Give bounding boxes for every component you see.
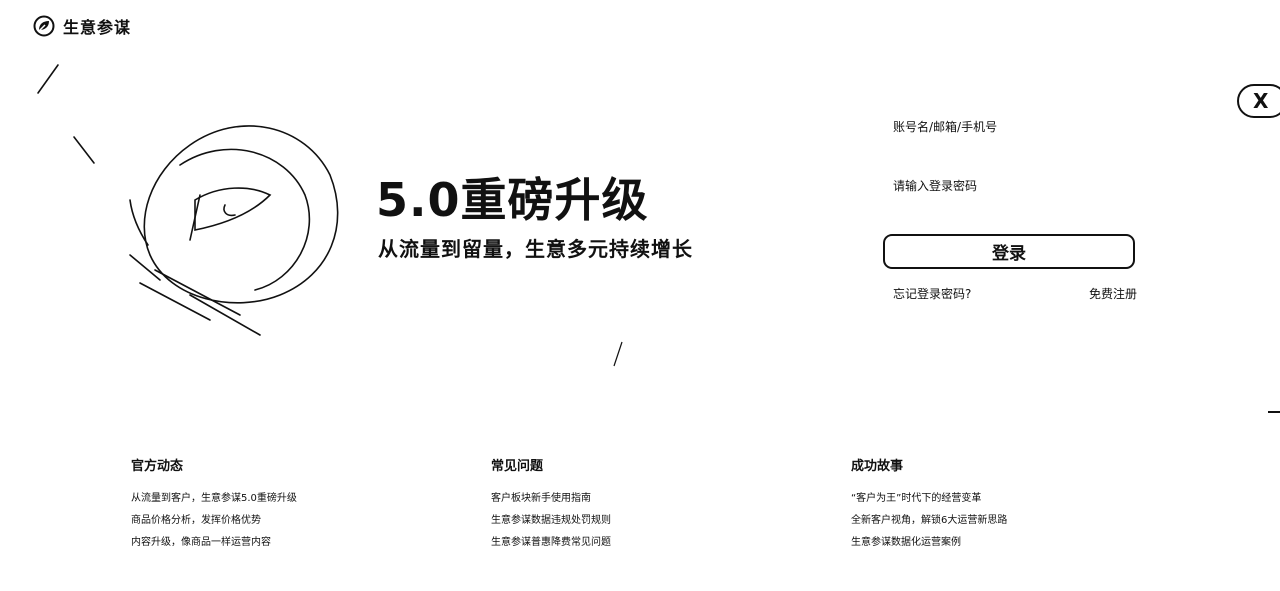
column-title: 成功故事 xyxy=(851,459,904,474)
list-item[interactable]: 客户板块新手使用指南 xyxy=(491,488,811,510)
brand-logo[interactable]: 生意参谋 xyxy=(33,14,131,38)
list-item[interactable]: 生意参谋数据违规处罚规则 xyxy=(491,510,811,532)
list-item[interactable]: 生意参谋普惠降费常见问题 xyxy=(491,532,811,554)
decor-stroke xyxy=(613,341,623,367)
username-input[interactable] xyxy=(893,114,1133,140)
column-title: 官方动态 xyxy=(131,459,184,474)
footer-column-news: 官方动态 从流量到客户，生意参谋5.0重磅升级 商品价格分析，发挥价格优势 内容… xyxy=(131,455,451,554)
brand-name: 生意参谋 xyxy=(63,18,132,37)
list-item[interactable]: 从流量到客户，生意参谋5.0重磅升级 xyxy=(131,488,451,510)
forgot-password-link[interactable]: 忘记登录密码? xyxy=(893,285,971,302)
login-button-label: 登录 xyxy=(992,244,1026,264)
leaf-logo-icon xyxy=(33,15,55,37)
login-button[interactable]: 登录 xyxy=(883,234,1135,269)
list-item[interactable]: “客户为王”时代下的经营变革 xyxy=(851,488,1171,510)
edge-divider xyxy=(1268,411,1280,413)
register-link[interactable]: 免费注册 xyxy=(1089,285,1137,302)
list-item[interactable]: 生意参谋数据化运营案例 xyxy=(851,532,1171,554)
column-title: 常见问题 xyxy=(491,459,544,474)
list-item[interactable]: 全新客户视角，解锁6大运营新思路 xyxy=(851,510,1171,532)
hero-title: 5.0重磅升级 xyxy=(376,173,649,227)
list-item[interactable]: 商品价格分析，发挥价格优势 xyxy=(131,510,451,532)
footer-column-stories: 成功故事 “客户为王”时代下的经营变革 全新客户视角，解锁6大运营新思路 生意参… xyxy=(851,455,1171,554)
hero-subtitle: 从流量到留量，生意多元持续增长 xyxy=(378,237,693,261)
footer-column-faq: 常见问题 客户板块新手使用指南 生意参谋数据违规处罚规则 生意参谋普惠降费常见问… xyxy=(491,455,811,554)
close-icon: X xyxy=(1253,89,1269,113)
password-input[interactable] xyxy=(893,173,1133,199)
hero-illustration xyxy=(37,64,339,336)
list-item[interactable]: 内容升级，像商品一样运营内容 xyxy=(131,532,451,554)
close-button[interactable]: X xyxy=(1237,84,1280,118)
